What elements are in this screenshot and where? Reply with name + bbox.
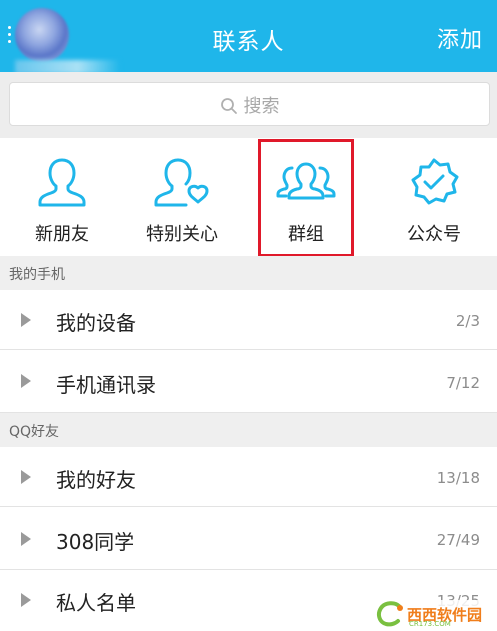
group-name: 308同学 — [56, 530, 135, 554]
watermark: 西西软件园 CR173.COM — [371, 600, 497, 631]
watermark-logo-icon — [376, 601, 403, 627]
search-input[interactable]: 搜索 — [9, 82, 490, 126]
quick-action-label: 公众号 — [407, 224, 461, 245]
quick-action-new-friends[interactable]: 新朋友 — [0, 138, 124, 256]
expand-arrow-icon — [21, 593, 31, 607]
search-area: 搜索 — [0, 72, 497, 138]
person-heart-icon — [154, 158, 209, 207]
verified-badge-icon — [411, 158, 459, 205]
expand-arrow-icon — [21, 374, 31, 388]
highlight-box — [258, 139, 354, 257]
search-placeholder: 搜索 — [243, 96, 280, 117]
page-title: 联系人 — [212, 29, 285, 55]
group-name: 手机通讯录 — [56, 373, 156, 397]
group-count: 27/49 — [436, 531, 480, 549]
quick-action-official-accounts[interactable]: 公众号 — [372, 138, 496, 256]
person-icon — [38, 158, 86, 207]
expand-arrow-icon — [21, 313, 31, 327]
section-header-my-phone: 我的手机 — [0, 256, 497, 290]
watermark-subtext: CR173.COM — [409, 620, 451, 628]
section-header-qq-friends: QQ好友 — [0, 413, 497, 447]
quick-action-label: 新朋友 — [35, 224, 89, 245]
top-bar: 联系人 添加 — [0, 0, 497, 74]
list-item-my-friends[interactable]: 我的好友 13/18 — [0, 447, 497, 507]
group-count: 2/3 — [455, 312, 480, 330]
group-count: 13/18 — [436, 469, 480, 487]
add-button[interactable]: 添加 — [437, 22, 483, 54]
group-count: 7/12 — [446, 374, 480, 392]
section-title: QQ好友 — [9, 424, 60, 440]
quick-action-special-care[interactable]: 特别关心 — [120, 138, 244, 256]
expand-arrow-icon — [21, 470, 31, 484]
list-item-classmates[interactable]: 308同学 27/49 — [0, 508, 497, 570]
group-name: 我的好友 — [56, 468, 136, 492]
list-item-my-devices[interactable]: 我的设备 2/3 — [0, 290, 497, 350]
expand-arrow-icon — [21, 532, 31, 546]
quick-actions: 新朋友 特别关心 群组 公众号 — [0, 138, 497, 256]
section-title: 我的手机 — [9, 267, 65, 283]
group-name: 我的设备 — [56, 311, 136, 335]
quick-action-label: 特别关心 — [146, 224, 218, 245]
search-icon — [220, 97, 238, 120]
list-item-phone-contacts[interactable]: 手机通讯录 7/12 — [0, 350, 497, 413]
group-name: 私人名单 — [56, 591, 136, 615]
